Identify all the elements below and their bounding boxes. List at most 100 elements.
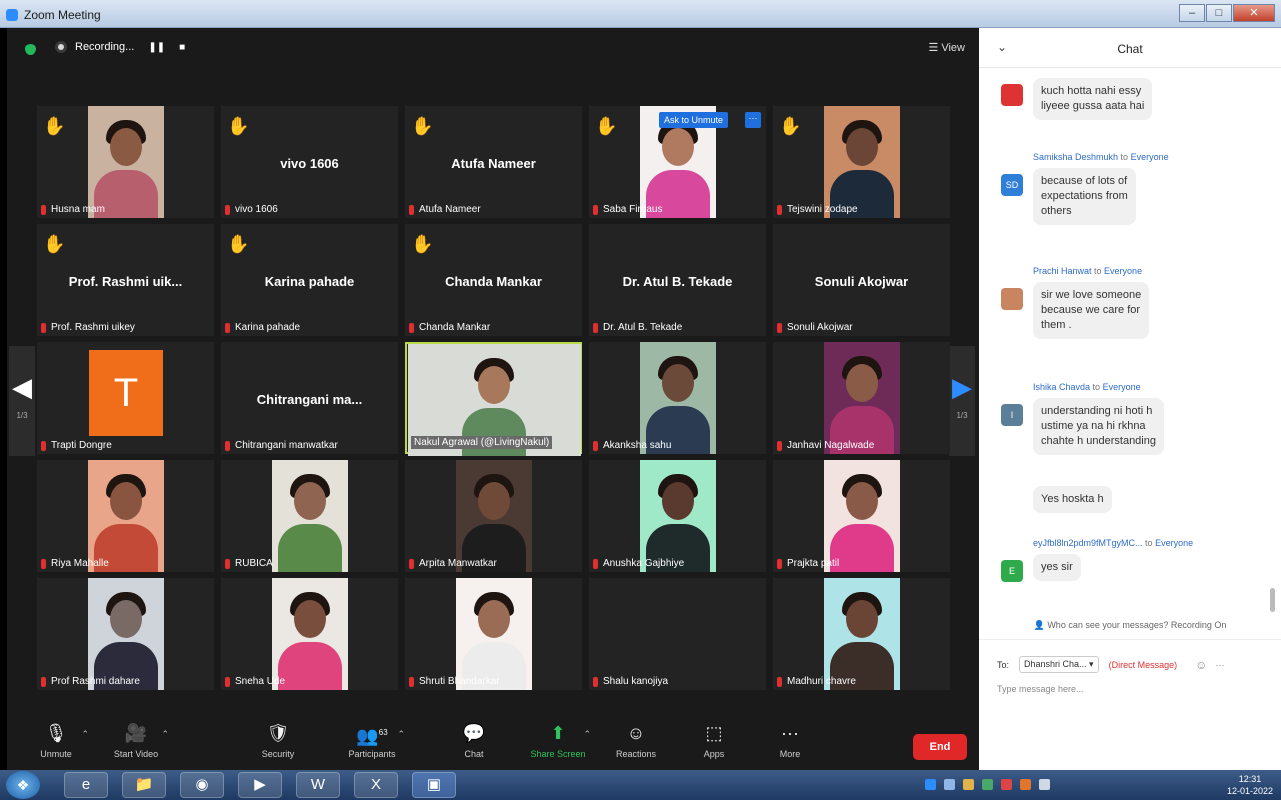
chevron-up-icon[interactable]: ⌃ (583, 729, 591, 740)
prev-page-button[interactable]: ◀ 1/3 (9, 346, 35, 456)
view-button[interactable]: ☰ View (928, 41, 965, 54)
participant-tile[interactable]: Shruti Bhandarkar (405, 578, 582, 690)
participant-tile[interactable]: ✋ Ask to Unmute ··· Saba Firdaus (589, 106, 766, 218)
tray-icon[interactable] (963, 779, 974, 790)
more-button[interactable]: ··· More (755, 721, 825, 759)
participant-name-label: vivo 1606 (225, 204, 278, 215)
participant-tile[interactable]: Janhavi Nagalwade (773, 342, 950, 454)
word-icon[interactable]: W (296, 772, 340, 798)
participants-button[interactable]: 👥63 Participants ⌃ (337, 721, 407, 759)
message-line: understanding ni hoti h (1041, 405, 1153, 417)
security-shield-icon[interactable] (25, 44, 36, 55)
chrome-icon[interactable]: ◉ (180, 772, 224, 798)
chat-scrollbar[interactable] (1270, 588, 1275, 612)
raised-hand-icon: ✋ (227, 116, 250, 136)
participant-tile[interactable]: Shalu kanojiya (589, 578, 766, 690)
tile-more-button[interactable]: ··· (745, 112, 761, 128)
minimize-button[interactable]: – (1179, 4, 1205, 22)
participant-face (293, 600, 326, 638)
participant-tile[interactable]: Chanda Mankar ✋ Chanda Mankar (405, 224, 582, 336)
clock-date: 12-01-2022 (1226, 786, 1273, 796)
zoom-taskbar-icon[interactable]: ▣ (412, 772, 456, 798)
participant-tile[interactable]: Chitrangani ma... Chitrangani manwatkar (221, 342, 398, 454)
stop-recording-icon[interactable]: ■ (179, 42, 185, 53)
chat-sender[interactable]: eyJfbl8ln2pdm9fMTgyMC... to Everyone (1033, 538, 1193, 548)
muted-mic-icon (409, 676, 414, 687)
participant-tile[interactable]: vivo 1606 ✋ vivo 1606 (221, 106, 398, 218)
tray-icon[interactable] (1001, 779, 1012, 790)
tray-icon[interactable] (982, 779, 993, 790)
maximize-button[interactable]: □ (1206, 4, 1232, 22)
chat-sender[interactable]: Prachi Hanwat to Everyone (1033, 266, 1142, 276)
volume-icon[interactable] (1039, 779, 1050, 790)
participant-face (109, 482, 142, 520)
participant-tile[interactable]: ✋ Tejswini zodape (773, 106, 950, 218)
participant-tile[interactable]: Akanksha sahu (589, 342, 766, 454)
participant-name-label: Trapti Dongre (41, 440, 112, 451)
participant-tile[interactable]: Nakul Agrawal (@LivingNakul) (405, 342, 582, 456)
internet-explorer-icon[interactable]: e (64, 772, 108, 798)
participant-tile[interactable]: Karina pahade ✋ Karina pahade (221, 224, 398, 336)
participant-name: Tejswini zodape (787, 204, 858, 215)
participant-tile[interactable]: ✋ Husna mam (37, 106, 214, 218)
chat-sender[interactable]: Samiksha Deshmukh to Everyone (1033, 152, 1169, 162)
participant-name-label: Anushka Gajbhiye (593, 558, 684, 569)
emoji-icon[interactable]: ☺ (1195, 658, 1207, 672)
participant-name-label: Prajkta patil (777, 558, 839, 569)
sender-to: to (1094, 266, 1105, 276)
participant-tile[interactable]: Prajkta patil (773, 460, 950, 572)
participant-name-label: Akanksha sahu (593, 440, 671, 451)
participant-tile[interactable]: Madhuri chavre (773, 578, 950, 690)
ask-to-unmute-button[interactable]: Ask to Unmute (659, 112, 729, 128)
recipient-select[interactable]: Dhanshri Cha... ▾ (1019, 656, 1099, 673)
close-button[interactable]: ✕ (1233, 4, 1275, 22)
raised-hand-icon: ✋ (411, 234, 434, 254)
pause-recording-icon[interactable]: ❚❚ (148, 42, 165, 53)
participant-tile[interactable]: Sneha Ude (221, 578, 398, 690)
chevron-up-icon[interactable]: ⌃ (81, 729, 89, 740)
participant-name: Atufa Nameer (419, 204, 481, 215)
participant-avatar: T (89, 350, 163, 436)
participant-name: Akanksha sahu (603, 440, 672, 451)
participant-face (845, 128, 878, 166)
reactions-button[interactable]: ☺ Reactions (601, 721, 671, 759)
file-explorer-icon[interactable]: 📁 (122, 772, 166, 798)
next-page-button[interactable]: ▶ 1/3 (949, 346, 975, 456)
participant-tile[interactable]: Sonuli Akojwar Sonuli Akojwar (773, 224, 950, 336)
chat-sender[interactable]: Ishika Chavda to Everyone (1033, 382, 1141, 392)
chat-message-bubble: sir we love someone because we care for th… (1033, 282, 1150, 339)
muted-mic-icon (777, 440, 782, 451)
chat-more-icon[interactable]: ··· (1215, 660, 1224, 670)
start-button[interactable]: ❖ (6, 771, 40, 799)
participant-tile[interactable]: Anushka Gajbhiye (589, 460, 766, 572)
participant-tile[interactable]: Prof. Rashmi uik... ✋ Prof. Rashmi uikey (37, 224, 214, 336)
participant-name: Shalu kanojiya (603, 676, 669, 687)
security-button[interactable]: 🛡 Security (243, 721, 313, 759)
participant-tile[interactable]: RUBICA (221, 460, 398, 572)
media-player-icon[interactable]: ▶ (238, 772, 282, 798)
participant-tile[interactable]: Dr. Atul B. Tekade Dr. Atul B. Tekade (589, 224, 766, 336)
participant-tile[interactable]: Arpita Manwatkar (405, 460, 582, 572)
system-clock[interactable]: 12:31 12-01-2022 (1227, 773, 1273, 797)
share-screen-button[interactable]: ⬆ Share Screen ⌃ (523, 721, 593, 759)
participant-tile[interactable]: Atufa Nameer ✋ Atufa Nameer (405, 106, 582, 218)
participant-tile[interactable]: Riya Mahalle (37, 460, 214, 572)
muted-mic-icon (593, 204, 598, 215)
chat-button[interactable]: 💬 Chat (439, 721, 509, 759)
participant-tile[interactable]: T Trapti Dongre (37, 342, 214, 454)
tray-icon[interactable] (944, 779, 955, 790)
participant-tile[interactable]: Prof Rashmi dahare (37, 578, 214, 690)
chevron-up-icon[interactable]: ⌃ (161, 729, 169, 740)
tray-icon[interactable] (1020, 779, 1031, 790)
end-meeting-button[interactable]: End (913, 734, 967, 760)
chevron-up-icon[interactable]: ⌃ (397, 729, 405, 740)
unmute-button[interactable]: 🎙 Unmute ⌃ (21, 721, 91, 759)
chat-message-input[interactable]: Type message here... (997, 684, 1084, 694)
apps-button[interactable]: ⬚ Apps (679, 721, 749, 759)
tray-zoom-icon[interactable] (925, 779, 936, 790)
excel-icon[interactable]: X (354, 772, 398, 798)
who-can-see-link[interactable]: 👤 Who can see your messages? Recording O… (979, 620, 1281, 640)
start-video-button[interactable]: 🎥 Start Video ⌃ (101, 721, 171, 759)
message-line: liyeee gussa aata hai (1041, 100, 1145, 112)
participant-video (639, 342, 716, 454)
